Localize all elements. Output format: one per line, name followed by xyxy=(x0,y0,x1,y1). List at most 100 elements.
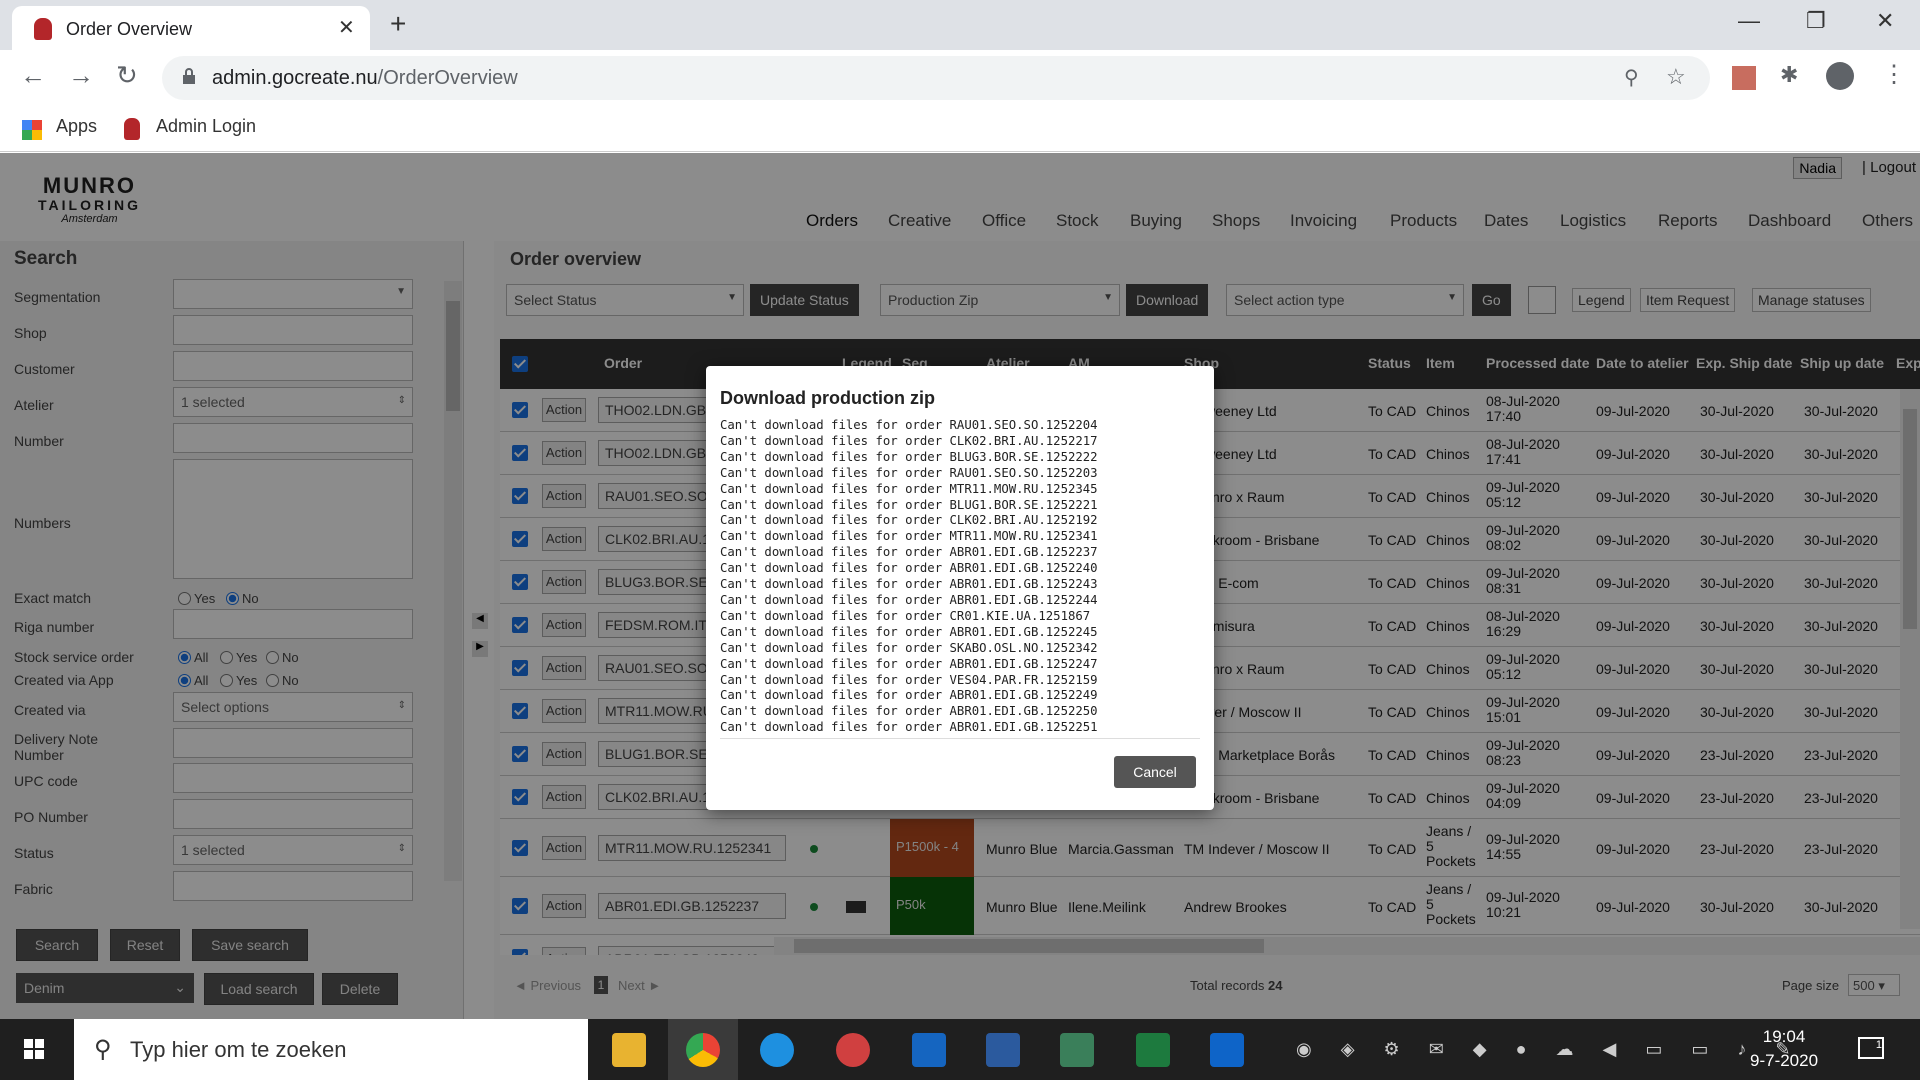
notepad-icon[interactable] xyxy=(1060,1033,1094,1067)
error-prefix: Can't download files for order xyxy=(720,608,950,623)
error-message-list: Can't download files for order RAU01.SEO… xyxy=(720,418,1098,736)
error-prefix: Can't download files for order xyxy=(720,497,950,512)
outlook-icon-2[interactable] xyxy=(1210,1033,1244,1067)
system-tray-icons[interactable]: ◉ ◈ ⚙ ✉ ◆ ● ☁ ◀ ▭ ▭ ♪ ✎ xyxy=(1296,1039,1802,1060)
download-zip-dialog: Download production zip Can't download f… xyxy=(706,366,1214,810)
snipping-icon[interactable] xyxy=(836,1033,870,1067)
close-tab-icon[interactable]: ✕ xyxy=(338,15,355,40)
favicon-icon xyxy=(34,18,52,40)
error-prefix: Can't download files for order xyxy=(720,418,950,432)
search-icon: ⚲ xyxy=(94,1036,112,1063)
error-message-line: Can't download files for order ABR01.EDI… xyxy=(720,545,1098,561)
error-message-line: Can't download files for order ABR01.EDI… xyxy=(720,704,1098,720)
error-prefix: Can't download files for order xyxy=(720,672,950,687)
error-message-line: Can't download files for order VES04.PAR… xyxy=(720,673,1098,689)
error-message-line: Can't download files for order ABR01.EDI… xyxy=(720,657,1098,673)
error-message-line: Can't download files for order SKABO.OSL… xyxy=(720,641,1098,657)
error-message-line: Can't download files for order ABR01.EDI… xyxy=(720,625,1098,641)
notifications-icon[interactable]: 1 xyxy=(1858,1037,1884,1059)
taskbar-search[interactable]: ⚲ Typ hier om te zoeken xyxy=(74,1019,588,1080)
error-message-line: Can't download files for order ABR01.EDI… xyxy=(720,720,1098,736)
error-prefix: Can't download files for order xyxy=(720,656,950,671)
profile-icon[interactable] xyxy=(1826,62,1854,90)
error-order-number: BLUG3.BOR.SE.1252222 xyxy=(949,449,1098,464)
error-prefix: Can't download files for order xyxy=(720,624,950,639)
excel-icon[interactable] xyxy=(1136,1033,1170,1067)
restore-icon[interactable]: ❐ xyxy=(1806,8,1826,34)
error-prefix: Can't download files for order xyxy=(720,433,950,448)
reload-icon[interactable]: ↻ xyxy=(116,60,138,91)
outlook-icon[interactable] xyxy=(912,1033,946,1067)
taskbar-search-placeholder: Typ hier om te zoeken xyxy=(130,1037,347,1062)
app-icon[interactable] xyxy=(986,1033,1020,1067)
error-order-number: RAU01.SEO.SO.1252204 xyxy=(949,418,1098,432)
error-order-number: ABR01.EDI.GB.1252251 xyxy=(949,720,1098,735)
error-message-line: Can't download files for order RAU01.SEO… xyxy=(720,466,1098,482)
error-order-number: SKABO.OSL.NO.1252342 xyxy=(949,640,1098,655)
error-order-number: MTR11.MOW.RU.1252345 xyxy=(949,481,1098,496)
browser-tab[interactable]: Order Overview ✕ xyxy=(12,6,370,50)
error-message-line: Can't download files for order MTR11.MOW… xyxy=(720,482,1098,498)
error-order-number: ABR01.EDI.GB.1252243 xyxy=(949,577,1098,592)
error-prefix: Can't download files for order xyxy=(720,640,950,655)
error-prefix: Can't download files for order xyxy=(720,704,950,719)
pdf-extension-icon[interactable] xyxy=(1732,66,1756,90)
cancel-button[interactable]: Cancel xyxy=(1114,756,1196,788)
bookmark-admin-login[interactable]: Admin Login xyxy=(156,116,256,137)
error-order-number: ABR01.EDI.GB.1252249 xyxy=(949,688,1098,703)
error-prefix: Can't download files for order xyxy=(720,529,950,544)
close-window-icon[interactable]: ✕ xyxy=(1876,8,1894,34)
error-order-number: RAU01.SEO.SO.1252203 xyxy=(949,465,1098,480)
dialog-title: Download production zip xyxy=(720,388,935,408)
error-order-number: MTR11.MOW.RU.1252341 xyxy=(949,529,1098,544)
error-message-line: Can't download files for order MTR11.MOW… xyxy=(720,529,1098,545)
bookmarks-bar: Apps Admin Login xyxy=(0,106,1920,152)
error-prefix: Can't download files for order xyxy=(720,465,950,480)
error-prefix: Can't download files for order xyxy=(720,561,950,576)
error-prefix: Can't download files for order xyxy=(720,720,950,735)
error-order-number: ABR01.EDI.GB.1252240 xyxy=(949,561,1098,576)
clock[interactable]: 19:04 9-7-2020 xyxy=(1750,1025,1818,1073)
windows-taskbar: ⚲ Typ hier om te zoeken ◉ ◈ ⚙ ✉ ◆ ● ☁ ◀ … xyxy=(0,1019,1920,1080)
zoom-icon[interactable]: ⚲ xyxy=(1624,65,1639,90)
error-order-number: VES04.PAR.FR.1252159 xyxy=(949,672,1098,687)
error-message-line: Can't download files for order BLUG3.BOR… xyxy=(720,450,1098,466)
error-prefix: Can't download files for order xyxy=(720,688,950,703)
lock-icon xyxy=(183,68,195,84)
error-message-line: Can't download files for order CR01.KIE.… xyxy=(720,609,1098,625)
tab-title: Order Overview xyxy=(66,19,193,39)
file-explorer-icon[interactable] xyxy=(612,1033,646,1067)
error-message-line: Can't download files for order ABR01.EDI… xyxy=(720,561,1098,577)
error-message-line: Can't download files for order BLUG1.BOR… xyxy=(720,498,1098,514)
star-icon[interactable]: ☆ xyxy=(1666,64,1686,90)
browser-toolbar: ← → ↻ admin.gocreate.nu/OrderOverview ⚲ … xyxy=(0,50,1920,106)
url-text: admin.gocreate.nu/OrderOverview xyxy=(212,67,518,89)
extensions-icon[interactable]: ✱ xyxy=(1780,62,1798,88)
error-prefix: Can't download files for order xyxy=(720,577,950,592)
forward-icon[interactable]: → xyxy=(68,60,94,91)
admin-favicon-icon xyxy=(124,118,140,140)
error-prefix: Can't download files for order xyxy=(720,481,950,496)
new-tab-icon[interactable]: + xyxy=(390,8,406,40)
address-bar[interactable]: admin.gocreate.nu/OrderOverview ⚲ ☆ xyxy=(162,56,1710,100)
menu-icon[interactable]: ⋮ xyxy=(1882,60,1906,89)
error-order-number: CR01.KIE.UA.1251867 xyxy=(949,608,1091,623)
error-order-number: ABR01.EDI.GB.1252247 xyxy=(949,656,1098,671)
chrome-icon[interactable] xyxy=(686,1033,720,1067)
error-order-number: ABR01.EDI.GB.1252244 xyxy=(949,592,1098,607)
edge-icon[interactable] xyxy=(760,1033,794,1067)
error-message-line: Can't download files for order CLK02.BRI… xyxy=(720,513,1098,529)
bookmark-apps[interactable]: Apps xyxy=(56,116,97,137)
error-prefix: Can't download files for order xyxy=(720,592,950,607)
error-order-number: ABR01.EDI.GB.1252245 xyxy=(949,624,1098,639)
error-prefix: Can't download files for order xyxy=(720,513,950,528)
error-message-line: Can't download files for order ABR01.EDI… xyxy=(720,577,1098,593)
error-order-number: CLK02.BRI.AU.1252192 xyxy=(949,513,1098,528)
error-message-line: Can't download files for order CLK02.BRI… xyxy=(720,434,1098,450)
error-order-number: CLK02.BRI.AU.1252217 xyxy=(949,433,1098,448)
minimize-icon[interactable]: — xyxy=(1738,8,1760,34)
windows-start-icon[interactable] xyxy=(24,1039,44,1059)
apps-icon xyxy=(22,120,42,140)
back-icon[interactable]: ← xyxy=(20,60,46,91)
dialog-divider xyxy=(720,738,1200,739)
